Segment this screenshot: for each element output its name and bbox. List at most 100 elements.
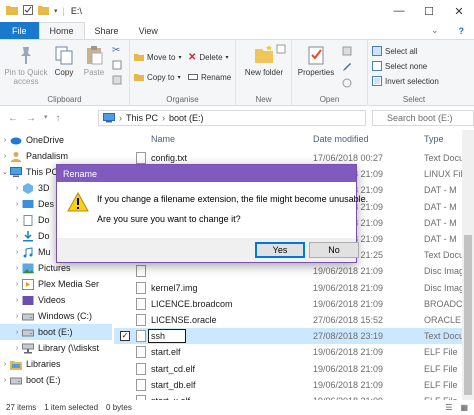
chevron-right-icon[interactable]: › (12, 217, 22, 224)
up-arrow-icon[interactable]: ↑ (56, 113, 61, 124)
properties-button[interactable]: Properties (294, 44, 338, 77)
address-bar[interactable]: › This PC › boot (E:) (98, 110, 366, 126)
chevron-down-icon: ▾ (225, 55, 229, 61)
open-icon (342, 46, 352, 56)
delete-button[interactable]: ✕ Delete ▾ (188, 52, 229, 63)
chevron-right-icon[interactable]: › (0, 153, 10, 160)
back-arrow-icon[interactable]: ← (8, 113, 18, 124)
select-none-button[interactable]: Select none (372, 61, 427, 71)
nav-item[interactable]: › Plex Media Ser (0, 276, 112, 292)
chevron-down-icon[interactable]: ⌄ (0, 168, 10, 176)
vertical-scrollbar[interactable] (462, 130, 474, 400)
file-row[interactable]: kernel7.img 19/06/2018 21:09 Disc Imag (114, 280, 464, 296)
chevron-right-icon[interactable]: › (12, 345, 22, 352)
nav-item[interactable]: › Libraries (0, 356, 112, 372)
rename-button[interactable]: Rename (188, 72, 231, 82)
no-button[interactable]: No (309, 242, 359, 258)
paste-button[interactable]: Paste (80, 44, 108, 77)
chevron-right-icon[interactable]: › (12, 201, 22, 208)
file-row[interactable]: ✓ ssh 27/08/2018 23:19 Text Docu (114, 328, 464, 345)
file-row[interactable]: LICENSE.oracle 27/06/2018 15:52 ORACLE F (114, 312, 464, 328)
tab-view[interactable]: View (129, 22, 168, 39)
close-button[interactable]: ✕ (444, 0, 474, 22)
chevron-down-icon[interactable]: ▾ (44, 113, 48, 124)
column-header-type[interactable]: Type (424, 130, 444, 148)
select-all-button[interactable]: Select all (372, 46, 417, 56)
file-row[interactable]: start_db.elf 19/06/2018 21:09 ELF File (114, 377, 464, 393)
chevron-right-icon[interactable]: › (12, 329, 22, 336)
move-to-button[interactable]: Move to ▾ (134, 52, 181, 62)
tab-share[interactable]: Share (85, 22, 129, 39)
file-date: 19/06/2018 21:09 (313, 347, 384, 358)
chevron-down-icon[interactable]: ▾ (54, 7, 58, 15)
copy-path-button[interactable] (112, 60, 122, 70)
file-row[interactable]: start_cd.elf 19/06/2018 21:09 ELF File (114, 361, 464, 377)
nav-item[interactable]: › boot (E:) (0, 324, 112, 340)
music-icon (23, 246, 33, 257)
forward-arrow-icon[interactable]: → (26, 113, 36, 124)
onedrive-icon (10, 137, 22, 144)
copy-to-button[interactable]: Copy to ▾ (134, 72, 181, 82)
details-view-icon[interactable]: ☰ (445, 403, 452, 412)
chevron-right-icon[interactable]: › (0, 377, 10, 384)
chevron-right-icon[interactable]: › (12, 249, 22, 256)
folder-small-icon[interactable] (38, 5, 49, 17)
nav-item[interactable]: › Videos (0, 292, 112, 308)
chevron-right-icon[interactable]: › (12, 265, 22, 272)
tab-home[interactable]: Home (38, 22, 85, 39)
chevron-right-icon[interactable]: › (12, 313, 22, 320)
pin-quick-access-button[interactable]: Pin to Quick access (4, 44, 48, 86)
documents-icon (23, 214, 33, 226)
properties-label: Properties (297, 68, 335, 77)
select-group-label: Select (402, 95, 426, 104)
open-button[interactable] (342, 46, 352, 56)
yes-button[interactable]: Yes (255, 242, 305, 258)
chevron-right-icon[interactable]: › (0, 137, 10, 144)
search-input[interactable]: Search boot (E:) (372, 110, 474, 126)
open-group: Properties Open (292, 40, 368, 106)
file-icon (136, 297, 146, 310)
divider: | (62, 6, 65, 16)
delete-label: Delete (199, 53, 223, 62)
tab-file[interactable]: File (0, 22, 39, 39)
file-row[interactable]: 19/06/2018 21:09 Disc Imag (114, 263, 464, 279)
quick-access-toolbar: ▾ | (0, 5, 65, 17)
file-type: DAT - M (424, 234, 457, 244)
nav-item[interactable]: › Pandalism (0, 148, 112, 164)
file-row[interactable]: start_x.elf19/06/2018 21:09ELF File (114, 393, 464, 400)
chevron-right-icon[interactable]: › (12, 233, 22, 240)
breadcrumb-this-pc[interactable]: This PC (126, 113, 158, 123)
paste-shortcut-button[interactable] (112, 75, 122, 85)
chevron-right-icon[interactable]: › (12, 185, 22, 192)
copy-button[interactable]: Copy (50, 44, 78, 77)
invert-selection-button[interactable]: Invert selection (372, 76, 439, 86)
nav-item[interactable]: › Windows (C:) (0, 308, 112, 324)
breadcrumb-boot[interactable]: boot (E:) (169, 113, 204, 123)
chevron-right-icon[interactable]: › (12, 297, 22, 304)
chevron-right-icon[interactable]: › (0, 361, 10, 368)
nav-item[interactable]: › OneDrive (0, 132, 112, 148)
new-item-button[interactable] (276, 44, 286, 54)
cut-button[interactable]: ✂ (112, 45, 120, 56)
minimize-button[interactable]: — (384, 0, 414, 22)
file-type: ORACLE F (424, 315, 464, 325)
file-icon (136, 152, 146, 164)
column-header-name[interactable]: Name (151, 130, 175, 148)
history-button[interactable] (342, 78, 352, 88)
column-header-date[interactable]: Date modified (313, 130, 369, 148)
user-icon (11, 151, 21, 162)
edit-button[interactable] (342, 62, 352, 72)
scrollbar-thumb[interactable] (464, 235, 472, 395)
file-row[interactable]: LICENCE.broadcom 19/06/2018 21:09 BROADCO (114, 296, 464, 312)
file-row[interactable]: start.elf 19/06/2018 21:09 ELF File (114, 344, 464, 360)
chevron-down-icon[interactable]: ⌄ (421, 22, 449, 39)
nav-item[interactable]: › Library (\\diskst (0, 340, 112, 356)
row-checkbox[interactable]: ✓ (120, 331, 130, 342)
chevron-right-icon[interactable]: › (12, 281, 22, 288)
large-icons-view-icon[interactable]: ▦ (460, 403, 474, 412)
help-icon[interactable]: ? (449, 22, 474, 39)
maximize-button[interactable]: ☐ (414, 0, 444, 22)
nav-item[interactable]: › boot (E:) (0, 372, 112, 388)
rename-input[interactable]: ssh (148, 329, 186, 344)
checkbox-icon[interactable] (23, 5, 33, 17)
